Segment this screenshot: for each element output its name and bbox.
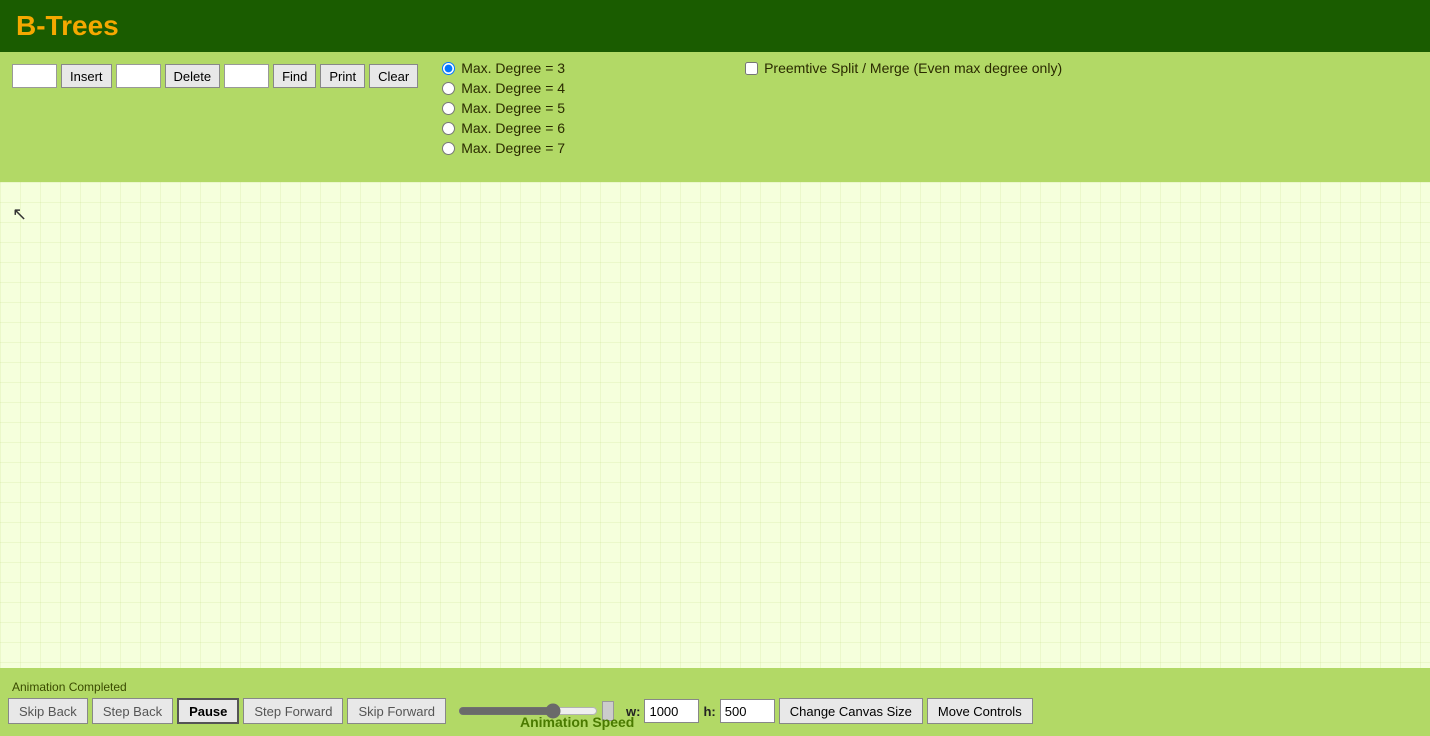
degree-3-label: Max. Degree = 3	[461, 60, 565, 76]
preemptive-label: Preemtive Split / Merge (Even max degree…	[764, 60, 1062, 76]
height-input[interactable]	[720, 699, 775, 723]
degree-3-radio[interactable]	[442, 62, 455, 75]
app-title: B-Trees	[16, 10, 119, 42]
degree-5-label: Max. Degree = 5	[461, 100, 565, 116]
degree-5-radio[interactable]	[442, 102, 455, 115]
preemptive-checkbox[interactable]	[745, 62, 758, 75]
h-label: h:	[703, 704, 715, 719]
pause-button[interactable]: Pause	[177, 698, 239, 724]
skip-back-button[interactable]: Skip Back	[8, 698, 88, 724]
animation-speed-label: Animation Speed	[520, 714, 634, 730]
cursor-indicator: ↖	[12, 204, 27, 225]
degree-7-label: Max. Degree = 7	[461, 140, 565, 156]
degree-6-label: Max. Degree = 6	[461, 120, 565, 136]
degree-6-row: Max. Degree = 6	[442, 120, 1062, 136]
header: B-Trees	[0, 0, 1430, 52]
insert-input[interactable]	[12, 64, 57, 88]
delete-button[interactable]: Delete	[165, 64, 221, 88]
degree-7-radio[interactable]	[442, 142, 455, 155]
insert-button[interactable]: Insert	[61, 64, 112, 88]
canvas-size-controls: w: h: Change Canvas Size Move Controls	[626, 698, 1033, 724]
degree-6-radio[interactable]	[442, 122, 455, 135]
degree-4-row: Max. Degree = 4	[442, 80, 1062, 96]
skip-forward-button[interactable]: Skip Forward	[347, 698, 446, 724]
find-button[interactable]: Find	[273, 64, 316, 88]
degree-3-row: Max. Degree = 3	[442, 60, 565, 76]
step-back-button[interactable]: Step Back	[92, 698, 173, 724]
move-controls-button[interactable]: Move Controls	[927, 698, 1033, 724]
delete-input[interactable]	[116, 64, 161, 88]
find-input[interactable]	[224, 64, 269, 88]
degree-controls: Max. Degree = 3 Preemtive Split / Merge …	[442, 60, 1062, 156]
step-forward-button[interactable]: Step Forward	[243, 698, 343, 724]
clear-button[interactable]: Clear	[369, 64, 418, 88]
print-button[interactable]: Print	[320, 64, 365, 88]
change-canvas-button[interactable]: Change Canvas Size	[779, 698, 923, 724]
bottom-controls: Skip Back Step Back Pause Step Forward S…	[8, 698, 1422, 724]
animation-completed-label: Animation Completed	[12, 680, 127, 694]
degree-4-label: Max. Degree = 4	[461, 80, 565, 96]
canvas-area: ↖	[0, 182, 1430, 668]
degree-4-radio[interactable]	[442, 82, 455, 95]
width-input[interactable]	[644, 699, 699, 723]
degree-5-row: Max. Degree = 5	[442, 100, 1062, 116]
controls-bar: Insert Delete Find Print Clear Max. Degr…	[0, 52, 1430, 182]
bottom-bar: Animation Completed Skip Back Step Back …	[0, 668, 1430, 736]
preemptive-row: Preemtive Split / Merge (Even max degree…	[745, 60, 1062, 76]
left-controls: Insert Delete Find Print Clear	[12, 60, 418, 88]
degree-7-row: Max. Degree = 7	[442, 140, 1062, 156]
